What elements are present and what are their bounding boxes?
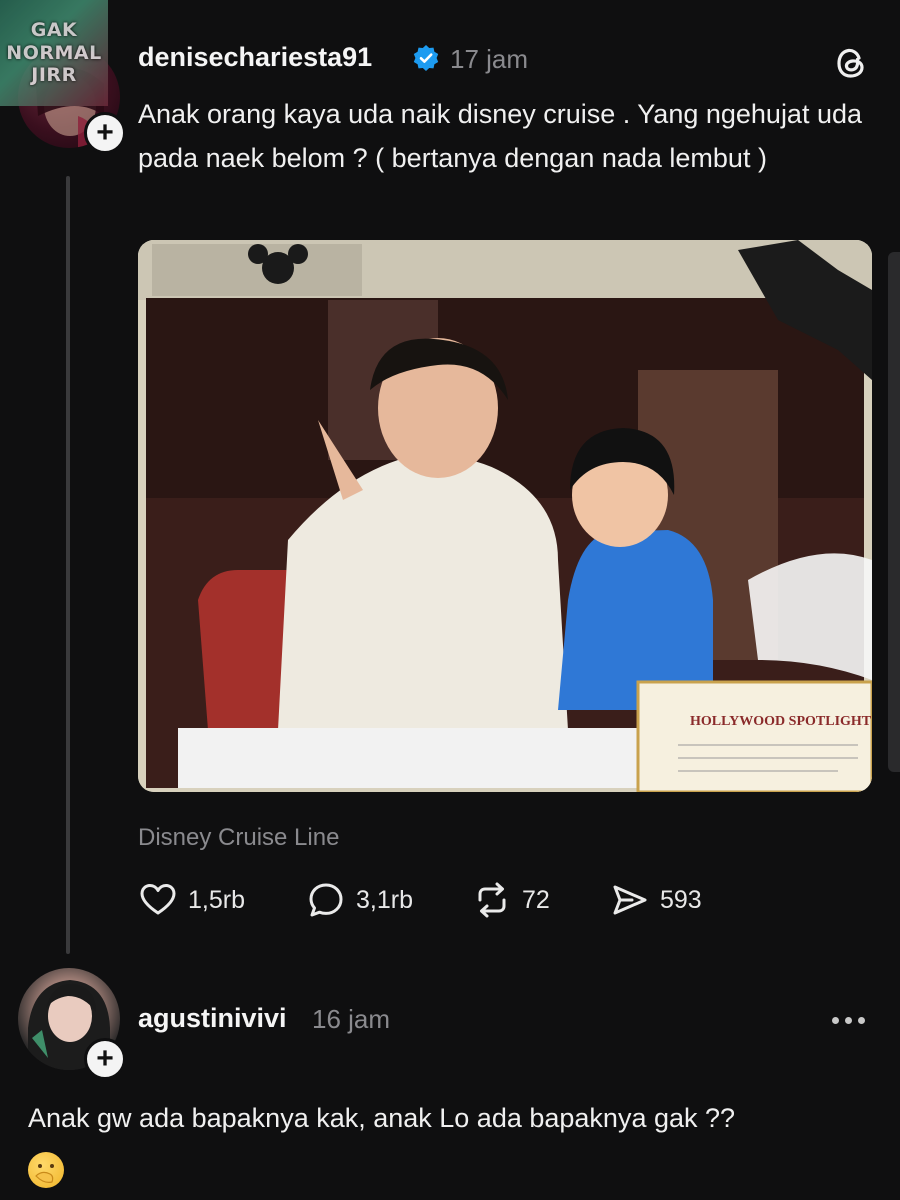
comment-body-text: Anak gw ada bapaknya kak, anak Lo ada ba… bbox=[28, 1103, 736, 1133]
follow-plus-icon[interactable]: + bbox=[84, 1038, 126, 1080]
comment-emoji bbox=[28, 1144, 868, 1192]
repost-icon bbox=[478, 882, 506, 918]
watermark-line-2: NORMAL bbox=[6, 41, 102, 64]
watermark-logo: GAK NORMAL JIRR bbox=[0, 0, 108, 106]
follow-plus-icon[interactable]: + bbox=[84, 112, 126, 154]
like-button[interactable]: 1,5rb bbox=[138, 876, 245, 924]
certificate-title-text: HOLLYWOOD SPOTLIGHT C bbox=[690, 714, 872, 729]
post-photo[interactable]: HOLLYWOOD SPOTLIGHT C bbox=[138, 240, 872, 792]
thread-connector-line bbox=[66, 176, 70, 954]
reply-bubble-icon bbox=[309, 883, 343, 917]
comment-body: Anak gw ada bapaknya kak, anak Lo ada ba… bbox=[28, 1094, 868, 1192]
post-body-text: Anak orang kaya uda naik disney cruise .… bbox=[138, 99, 863, 173]
reply-button[interactable]: 3,1rb bbox=[306, 876, 413, 924]
verified-badge-icon bbox=[413, 45, 439, 71]
threads-logo-icon[interactable] bbox=[832, 44, 870, 82]
share-send-icon bbox=[613, 885, 647, 915]
watermark-line-3: JIRR bbox=[31, 64, 77, 87]
share-button[interactable]: 593 bbox=[610, 876, 702, 924]
reply-count: 3,1rb bbox=[356, 885, 413, 914]
post-username[interactable]: denisechariesta91 bbox=[138, 42, 372, 73]
repost-count: 72 bbox=[522, 885, 550, 914]
comment-timestamp: 16 jam bbox=[312, 1004, 391, 1034]
post-location[interactable]: Disney Cruise Line bbox=[138, 824, 339, 852]
more-options-icon[interactable] bbox=[832, 1012, 872, 1028]
share-count: 593 bbox=[660, 885, 702, 914]
face-with-hand-over-mouth-icon bbox=[28, 1151, 64, 1188]
watermark-line-1: GAK bbox=[30, 18, 78, 41]
post-timestamp: 17 jam bbox=[450, 44, 529, 74]
next-photo-peek[interactable] bbox=[888, 252, 900, 772]
heart-icon bbox=[140, 884, 176, 915]
like-count: 1,5rb bbox=[188, 885, 245, 914]
repost-button[interactable]: 72 bbox=[472, 876, 550, 924]
comment-username[interactable]: agustinivivi bbox=[138, 1003, 287, 1034]
